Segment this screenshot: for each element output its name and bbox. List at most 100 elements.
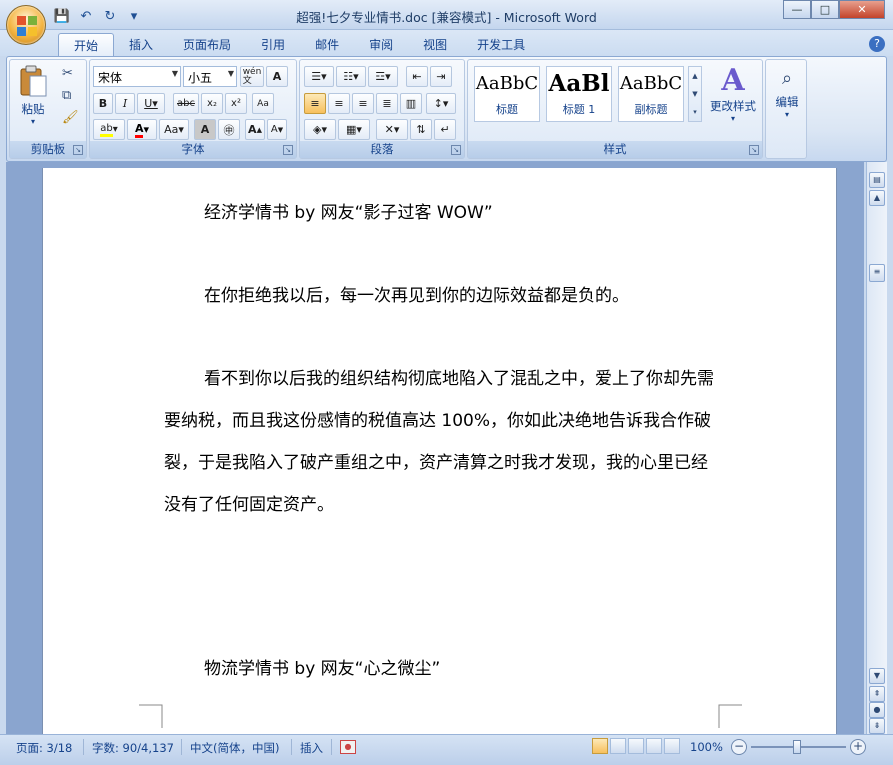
web-layout-view-button[interactable] [628, 738, 644, 754]
tab-developer[interactable]: 开发工具 [462, 33, 540, 56]
scroll-down-icon[interactable]: ▼ [869, 668, 885, 684]
draft-view-button[interactable] [664, 738, 680, 754]
enclose-characters-button[interactable]: ㊥ [218, 119, 240, 140]
tab-mailings[interactable]: 邮件 [300, 33, 354, 56]
insert-mode-indicator[interactable]: 插入 [300, 740, 323, 756]
character-shading-button[interactable]: A [194, 119, 216, 140]
help-icon[interactable]: ? [869, 36, 885, 52]
editing-button[interactable]: ⌕ 编辑 ▾ [769, 64, 805, 119]
document-page[interactable]: 经济学情书 by 网友“影子过客 WOW” 在你拒绝我以后，每一次再见到你的边际… [42, 168, 837, 734]
clear-formatting-button[interactable]: Aa [252, 93, 274, 114]
align-center-button[interactable]: ≡ [328, 93, 350, 114]
distributed-button[interactable]: ▥ [400, 93, 422, 114]
styles-gallery-scroll[interactable]: ▲ ▼ ▾ [688, 66, 702, 122]
paste-button[interactable]: 粘贴 ▾ [16, 64, 50, 128]
style-subtitle[interactable]: AaBbC 副标题 [618, 66, 684, 122]
binoculars-icon: ⌕ [781, 68, 793, 89]
grow-font-button[interactable]: A ▲ [245, 119, 265, 140]
highlight-icon: ab [100, 123, 113, 137]
zoom-slider-thumb[interactable] [793, 740, 801, 754]
undo-icon[interactable]: ↶ [76, 7, 96, 25]
change-styles-button[interactable]: A 更改样式 ▾ [706, 64, 760, 124]
customize-qat-icon[interactable]: ▾ [124, 7, 144, 25]
previous-page-icon[interactable]: ⇞ [869, 686, 885, 702]
align-right-button[interactable]: ≡ [352, 93, 374, 114]
ruler-toggle-icon[interactable]: ▤ [869, 172, 885, 188]
tab-insert[interactable]: 插入 [114, 33, 168, 56]
macro-record-icon[interactable]: ● [340, 740, 356, 754]
subscript-button[interactable]: x₂ [201, 93, 223, 114]
status-bar: 页面: 3/18 字数: 90/4,137 中文(简体，中国) 插入 ● 100… [0, 734, 893, 765]
select-browse-object-icon[interactable]: ● [869, 702, 885, 718]
font-name-combo[interactable]: 宋体 ▼ [93, 66, 181, 87]
font-size-combo[interactable]: 小五 ▼ [183, 66, 237, 87]
style-heading-1[interactable]: AaBl 标题 1 [546, 66, 612, 122]
style-sample: AaBl [548, 70, 610, 97]
style-name: 副标题 [634, 103, 668, 116]
line-spacing-button[interactable]: ↕▾ [426, 93, 456, 114]
font-group: 宋体 ▼ 小五 ▼ wén 文 A B I U▾ abc x₂ x² Aa ab ▾ A… [89, 59, 297, 159]
borders-button[interactable]: ▦▾ [338, 119, 370, 140]
show-marks-button[interactable]: ↵ [434, 119, 456, 140]
word-count[interactable]: 字数: 90/4,137 [92, 740, 174, 756]
tab-page-layout[interactable]: 页面布局 [168, 33, 246, 56]
tab-home[interactable]: 开始 [58, 33, 115, 56]
font-color-button[interactable]: A ▾ [127, 119, 157, 140]
strikethrough-button[interactable]: abc [173, 93, 199, 114]
cut-icon[interactable]: ✂ [62, 66, 73, 81]
character-border-button[interactable]: A [266, 66, 288, 87]
maximize-button[interactable]: □ [811, 0, 839, 19]
decrease-indent-button[interactable]: ⇤ [406, 66, 428, 87]
styles-group: AaBbC 标题 AaBl 标题 1 AaBbC 副标题 ▲ ▼ ▾ A 更改样式 … [467, 59, 763, 159]
italic-button[interactable]: I [115, 93, 135, 114]
format-painter-icon[interactable]: 🖌 [62, 110, 79, 125]
multilevel-list-button[interactable]: ☲▾ [368, 66, 398, 87]
zoom-in-icon[interactable]: + [850, 739, 866, 755]
increase-indent-button[interactable]: ⇥ [430, 66, 452, 87]
numbering-button[interactable]: ☷▾ [336, 66, 366, 87]
shading-button[interactable]: ◈▾ [304, 119, 336, 140]
scroll-up-icon[interactable]: ▲ [869, 190, 885, 206]
tab-references[interactable]: 引用 [246, 33, 300, 56]
chinese-layout-button[interactable]: ✕▾ [376, 119, 408, 140]
minimize-button[interactable]: — [783, 0, 811, 19]
underline-button[interactable]: U▾ [137, 93, 165, 114]
change-case-button[interactable]: Aa▾ [159, 119, 189, 140]
font-launcher-icon[interactable]: ↘ [283, 145, 293, 155]
save-icon[interactable]: 💾 [52, 7, 72, 25]
close-button[interactable]: ✕ [839, 0, 885, 19]
copy-icon[interactable]: ⧉ [62, 88, 71, 103]
full-screen-reading-view-button[interactable] [610, 738, 626, 754]
styles-launcher-icon[interactable]: ↘ [749, 145, 759, 155]
style-title[interactable]: AaBbC 标题 [474, 66, 540, 122]
bullets-button[interactable]: ☰▾ [304, 66, 334, 87]
zoom-level[interactable]: 100% [690, 740, 723, 754]
justify-button[interactable]: ≣ [376, 93, 398, 114]
quick-access-toolbar: 💾 ↶ ↻ ▾ [52, 6, 144, 26]
bold-button[interactable]: B [93, 93, 113, 114]
align-left-button[interactable]: ≡ [304, 93, 326, 114]
phonetic-guide-button[interactable]: wén 文 [240, 66, 264, 87]
outline-view-button[interactable] [646, 738, 662, 754]
tab-review[interactable]: 审阅 [354, 33, 408, 56]
highlight-button[interactable]: ab ▾ [93, 119, 125, 140]
next-page-icon[interactable]: ⇟ [869, 718, 885, 734]
paragraph-launcher-icon[interactable]: ↘ [451, 145, 461, 155]
editing-label: 编辑 [775, 95, 799, 109]
vertical-scrollbar[interactable]: ▤ ▲ ≡ ▼ ⇞ ● ⇟ [866, 162, 887, 734]
office-button[interactable] [6, 5, 46, 45]
scroll-thumb[interactable]: ≡ [869, 264, 885, 282]
superscript-button[interactable]: x² [225, 93, 247, 114]
sort-button[interactable]: ⇅ [410, 119, 432, 140]
language-indicator[interactable]: 中文(简体，中国) [190, 740, 279, 756]
document-area[interactable]: 经济学情书 by 网友“影子过客 WOW” 在你拒绝我以后，每一次再见到你的边际… [6, 162, 864, 734]
redo-icon[interactable]: ↻ [100, 7, 120, 25]
page-indicator[interactable]: 页面: 3/18 [16, 740, 72, 756]
clipboard-launcher-icon[interactable]: ↘ [73, 145, 83, 155]
zoom-out-icon[interactable]: − [731, 739, 747, 755]
clipboard-group: 粘贴 ▾ ✂ ⧉ 🖌 剪贴板 ↘ [9, 59, 87, 159]
print-layout-view-button[interactable] [592, 738, 608, 754]
ribbon: 粘贴 ▾ ✂ ⧉ 🖌 剪贴板 ↘ 宋体 ▼ 小五 ▼ wén 文 A B I U▾ a… [6, 56, 887, 162]
shrink-font-button[interactable]: A ▼ [267, 119, 287, 140]
tab-view[interactable]: 视图 [408, 33, 462, 56]
